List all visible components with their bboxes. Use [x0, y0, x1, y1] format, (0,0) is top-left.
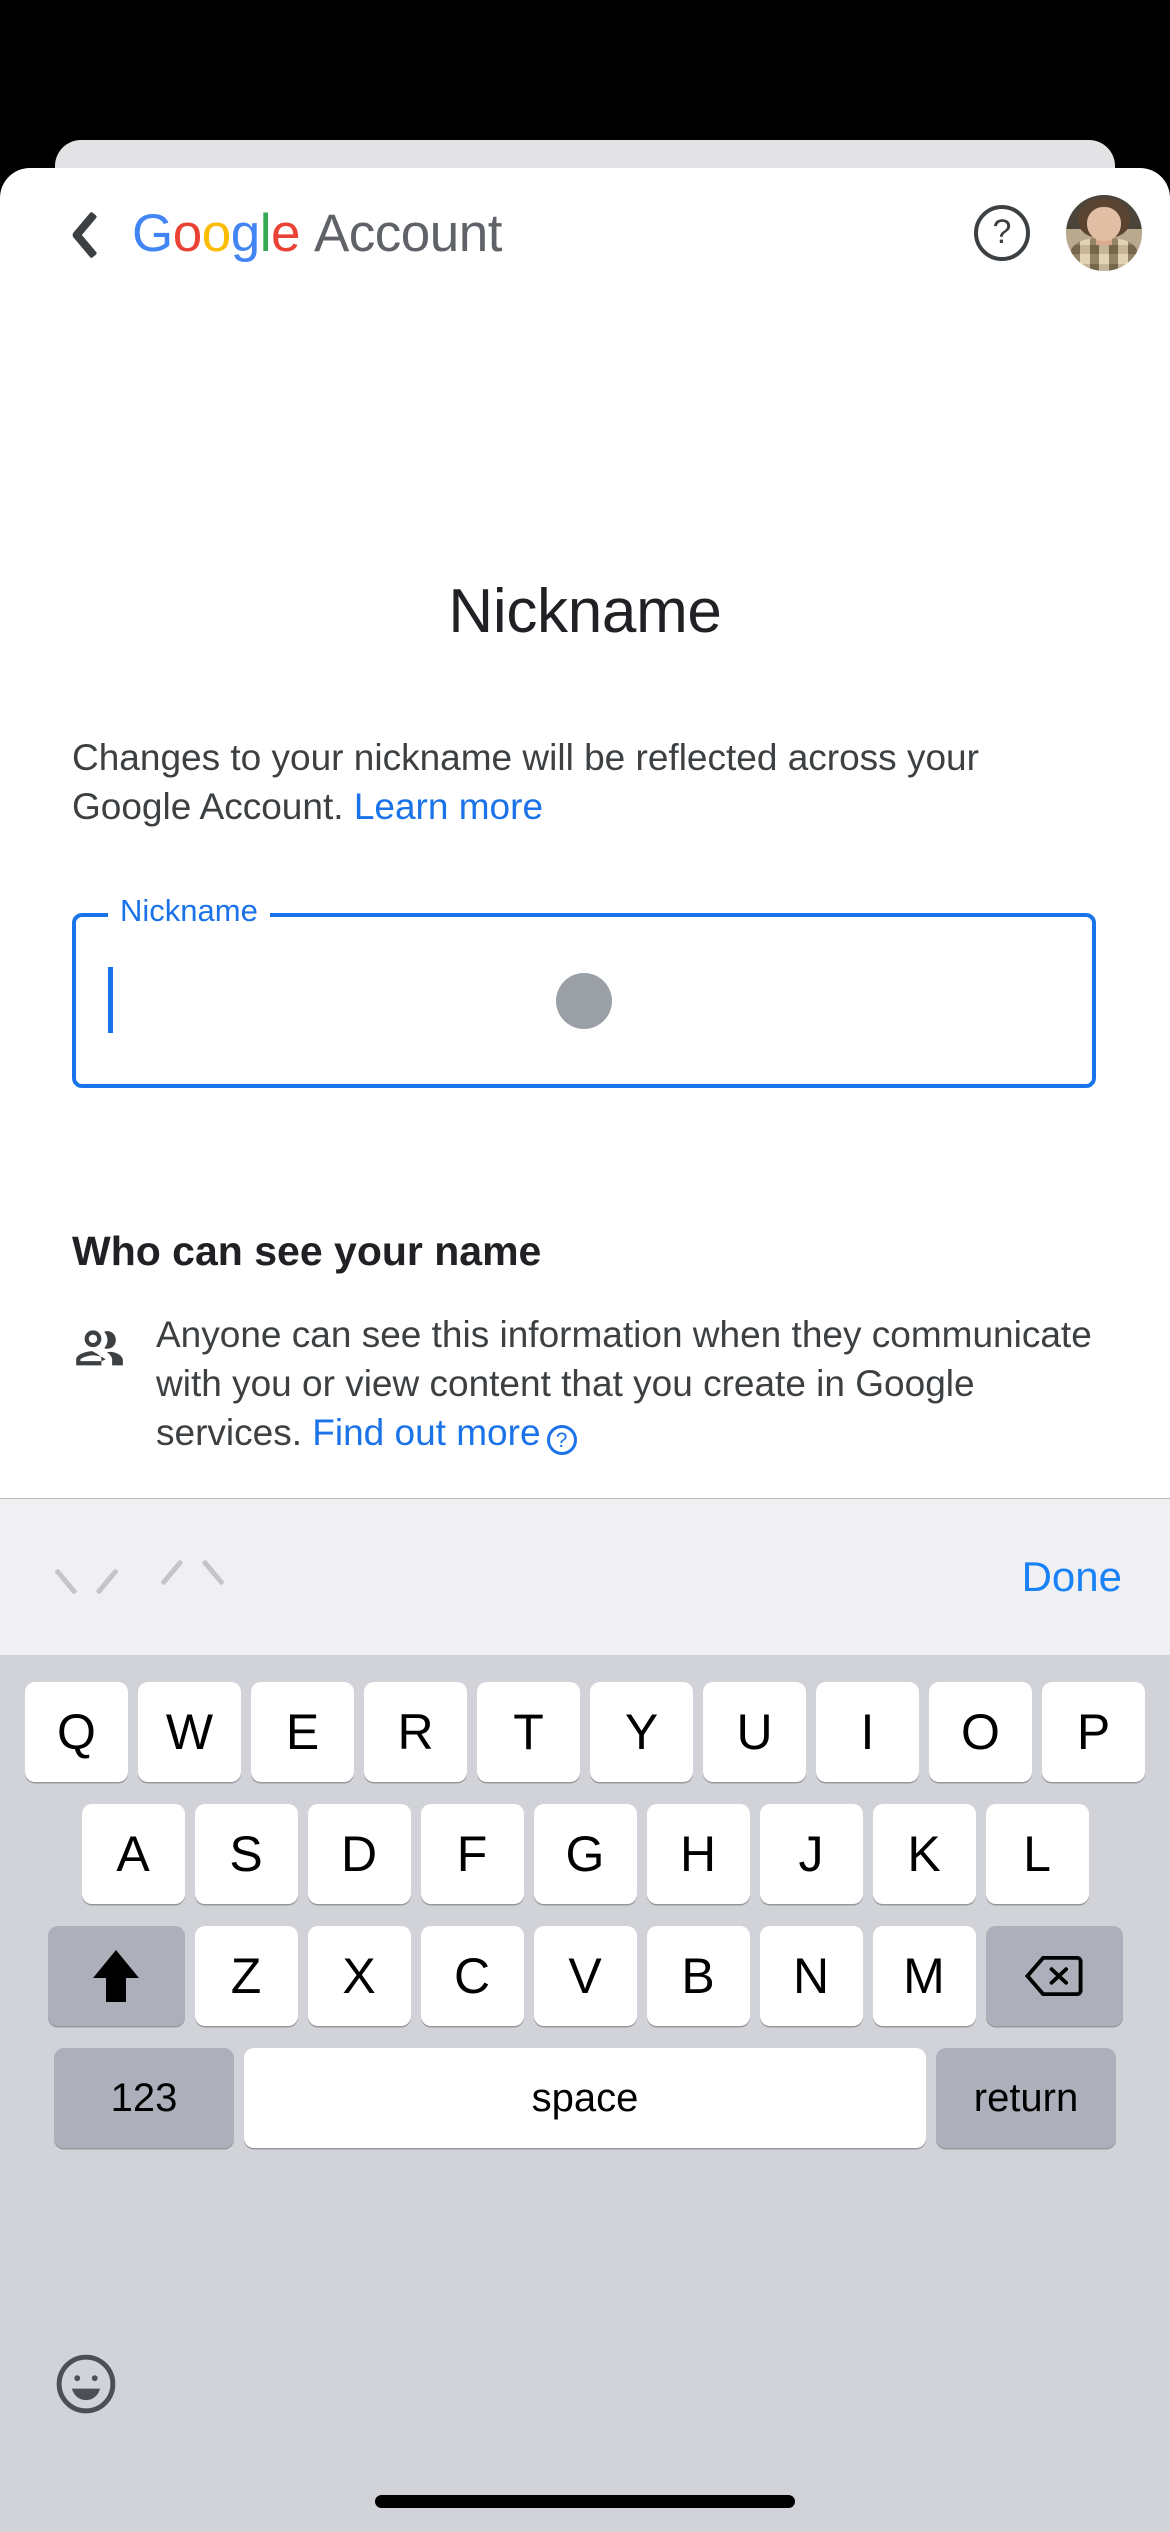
page-title: Nickname — [448, 577, 722, 646]
modal-sheet: Google Account ? Nickname Changes to you… — [0, 168, 1170, 1669]
visibility-info-row: Anyone can see this information when the… — [72, 1310, 1112, 1458]
shift-key[interactable] — [47, 1926, 185, 2026]
phone-screen: Google Account ? Nickname Changes to you… — [0, 0, 1170, 2532]
keyboard-row-3-letters: ZXCVBNM — [194, 1926, 976, 2026]
space-key[interactable]: space — [244, 2048, 926, 2148]
key-s[interactable]: S — [194, 1804, 298, 1904]
section-heading-who-can-see: Who can see your name — [72, 1228, 542, 1274]
google-logo-letter-o1: o — [172, 203, 202, 263]
next-field-button[interactable] — [154, 1538, 232, 1616]
visibility-body: Anyone can see this information when the… — [156, 1314, 1092, 1454]
key-p[interactable]: P — [1042, 1682, 1145, 1782]
key-a[interactable]: A — [81, 1804, 185, 1904]
key-x[interactable]: X — [307, 1926, 411, 2026]
key-q[interactable]: Q — [25, 1682, 128, 1782]
done-button[interactable]: Done — [1022, 1553, 1122, 1601]
backspace-key[interactable] — [985, 1926, 1123, 2026]
keyboard-row-3: ZXCVBNM — [0, 1926, 1170, 2026]
chevron-up-icon — [65, 1565, 109, 1589]
emoji-row — [0, 2330, 1170, 2440]
key-h[interactable]: H — [646, 1804, 750, 1904]
header-actions: ? — [964, 168, 1142, 298]
key-d[interactable]: D — [307, 1804, 411, 1904]
key-n[interactable]: N — [759, 1926, 863, 2026]
key-l[interactable]: L — [985, 1804, 1089, 1904]
key-y[interactable]: Y — [590, 1682, 693, 1782]
home-indicator — [375, 2495, 795, 2508]
find-out-more-help-icon: ? — [546, 1425, 577, 1456]
keyboard-row-4: 123 space return — [0, 2048, 1170, 2148]
emoji-smiley-icon — [51, 2349, 121, 2422]
help-button[interactable]: ? — [964, 195, 1040, 271]
shift-arrow-icon — [93, 1950, 139, 2002]
back-button[interactable] — [28, 187, 120, 279]
key-e[interactable]: E — [251, 1682, 354, 1782]
key-b[interactable]: B — [646, 1926, 750, 2026]
backspace-icon — [1025, 1954, 1083, 1998]
brand-suffix-account: Account — [313, 203, 503, 263]
return-key[interactable]: return — [936, 2048, 1116, 2148]
google-logo-letter-e: e — [270, 203, 300, 263]
key-k[interactable]: K — [872, 1804, 976, 1904]
people-icon — [72, 1318, 128, 1374]
key-z[interactable]: Z — [194, 1926, 298, 2026]
avatar[interactable] — [1066, 195, 1142, 271]
chevron-down-icon — [171, 1565, 215, 1589]
emoji-key[interactable] — [48, 2347, 124, 2423]
key-o[interactable]: O — [929, 1682, 1032, 1782]
key-v[interactable]: V — [533, 1926, 637, 2026]
keyboard-accessory-bar: Done — [0, 1498, 1170, 1655]
nickname-field-wrapper[interactable]: Nickname — [72, 891, 1096, 1088]
google-logo-letter-l: l — [259, 203, 272, 263]
key-g[interactable]: G — [533, 1804, 637, 1904]
key-m[interactable]: M — [872, 1926, 976, 2026]
key-w[interactable]: W — [138, 1682, 241, 1782]
previous-field-button[interactable] — [48, 1538, 126, 1616]
avatar-face — [1087, 207, 1121, 241]
google-account-brand: Google Account — [132, 203, 502, 264]
google-logo-letter-g2: g — [230, 203, 260, 263]
learn-more-link[interactable]: Learn more — [354, 786, 543, 827]
key-r[interactable]: R — [364, 1682, 467, 1782]
find-out-more-link[interactable]: Find out more — [312, 1412, 540, 1453]
chevron-left-icon — [59, 207, 89, 259]
touch-indicator-dot — [556, 972, 612, 1029]
key-t[interactable]: T — [477, 1682, 580, 1782]
key-j[interactable]: J — [759, 1804, 863, 1904]
numeric-key[interactable]: 123 — [54, 2048, 234, 2148]
help-circle-icon: ? — [974, 205, 1030, 261]
description-text: Changes to your nickname will be reflect… — [72, 733, 1102, 831]
google-logo-letter-g: G — [132, 203, 173, 263]
key-i[interactable]: I — [816, 1682, 919, 1782]
key-f[interactable]: F — [420, 1804, 524, 1904]
google-logo-letter-o2: o — [201, 203, 231, 263]
app-header: Google Account ? — [0, 168, 1170, 298]
keyboard-row-2: ASDFGHJKL — [0, 1804, 1170, 1904]
text-caret — [108, 967, 113, 1033]
field-navigation-group — [48, 1538, 232, 1616]
keyboard-row-1: QWERTYUIOP — [0, 1682, 1170, 1782]
key-c[interactable]: C — [420, 1926, 524, 2026]
nickname-field-label: Nickname — [108, 891, 270, 931]
visibility-info-text: Anyone can see this information when the… — [156, 1310, 1112, 1458]
key-u[interactable]: U — [703, 1682, 806, 1782]
